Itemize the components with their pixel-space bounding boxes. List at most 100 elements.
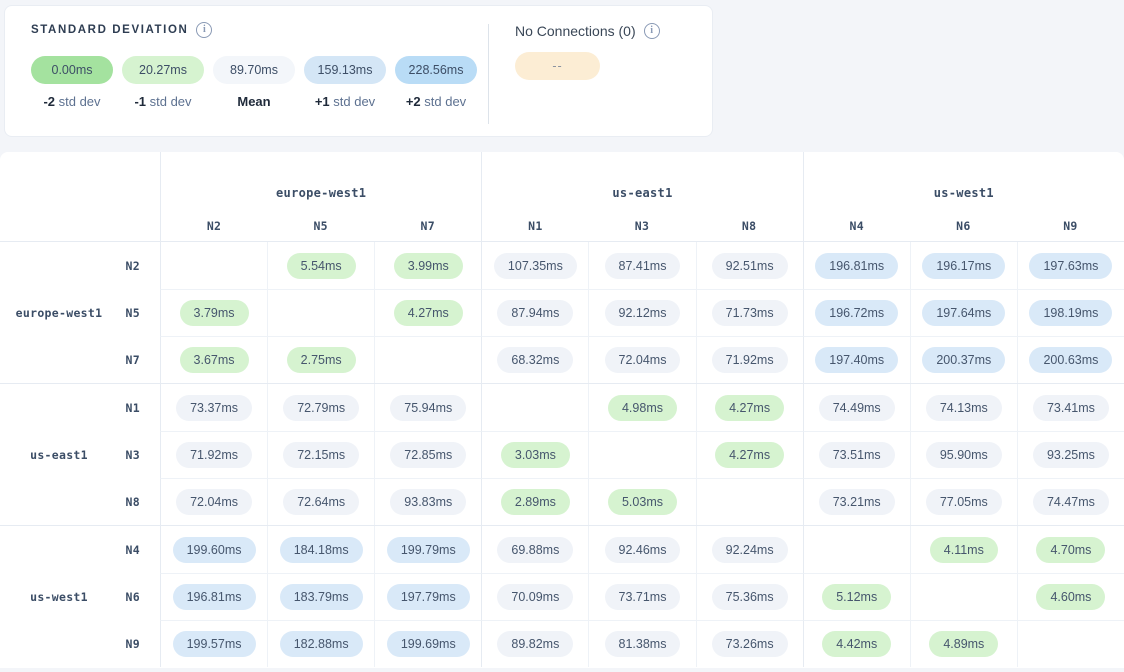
latency-pill[interactable]: 69.88ms (497, 537, 573, 563)
latency-pill[interactable]: 4.89ms (929, 631, 998, 657)
latency-cell-N6-to-col5[interactable]: 73.71ms (588, 573, 695, 620)
latency-cell-N6-to-col3[interactable]: 197.79ms (374, 573, 481, 620)
latency-cell-N3-to-col9[interactable]: 93.25ms (1017, 431, 1124, 478)
latency-cell-N7-to-col2[interactable]: 2.75ms (267, 336, 374, 383)
latency-cell-N5-to-col8[interactable]: 197.64ms (910, 289, 1017, 336)
latency-pill[interactable]: 68.32ms (497, 347, 573, 373)
latency-cell-N9-to-col8[interactable]: 4.89ms (910, 620, 1017, 667)
latency-cell-N1-to-col3[interactable]: 75.94ms (374, 384, 481, 431)
latency-cell-N4-to-col9[interactable]: 4.70ms (1017, 526, 1124, 573)
latency-cell-N7-to-col1[interactable]: 3.67ms (160, 336, 267, 383)
latency-pill[interactable]: 3.79ms (180, 300, 249, 326)
latency-pill[interactable]: 5.12ms (822, 584, 891, 610)
latency-cell-N5-to-col3[interactable]: 4.27ms (374, 289, 481, 336)
latency-pill[interactable]: 71.73ms (712, 300, 788, 326)
latency-cell-N1-to-col1[interactable]: 73.37ms (160, 384, 267, 431)
latency-cell-N7-to-col4[interactable]: 68.32ms (481, 336, 588, 383)
latency-cell-N8-to-col2[interactable]: 72.64ms (267, 478, 374, 525)
latency-pill[interactable]: 73.51ms (819, 442, 895, 468)
latency-pill[interactable]: 5.03ms (608, 489, 677, 515)
latency-pill[interactable]: 73.21ms (819, 489, 895, 515)
latency-cell-N3-to-col7[interactable]: 73.51ms (803, 431, 910, 478)
latency-pill[interactable]: 93.25ms (1033, 442, 1109, 468)
latency-cell-N7-to-col8[interactable]: 200.37ms (910, 336, 1017, 383)
latency-pill[interactable]: 197.64ms (922, 300, 1005, 326)
latency-cell-N3-to-col8[interactable]: 95.90ms (910, 431, 1017, 478)
latency-pill[interactable]: 72.85ms (390, 442, 466, 468)
latency-pill[interactable]: 197.63ms (1029, 253, 1112, 279)
latency-pill[interactable]: 72.79ms (283, 395, 359, 421)
latency-pill[interactable]: 95.90ms (926, 442, 1002, 468)
latency-pill[interactable]: 197.79ms (387, 584, 470, 610)
latency-pill[interactable]: 4.60ms (1036, 584, 1105, 610)
latency-pill[interactable]: 197.40ms (815, 347, 898, 373)
latency-cell-N6-to-col6[interactable]: 75.36ms (696, 573, 803, 620)
latency-cell-N6-to-col4[interactable]: 70.09ms (481, 573, 588, 620)
latency-cell-N2-to-col8[interactable]: 196.17ms (910, 242, 1017, 289)
latency-cell-N1-to-col6[interactable]: 4.27ms (696, 384, 803, 431)
latency-pill[interactable]: 71.92ms (176, 442, 252, 468)
latency-cell-N7-to-col7[interactable]: 197.40ms (803, 336, 910, 383)
latency-pill[interactable]: 196.81ms (173, 584, 256, 610)
latency-pill[interactable]: 73.71ms (605, 584, 681, 610)
latency-cell-N8-to-col4[interactable]: 2.89ms (481, 478, 588, 525)
latency-cell-N9-to-col1[interactable]: 199.57ms (160, 620, 267, 667)
latency-cell-N9-to-col2[interactable]: 182.88ms (267, 620, 374, 667)
latency-cell-N6-to-col7[interactable]: 5.12ms (803, 573, 910, 620)
latency-pill[interactable]: 3.67ms (180, 347, 249, 373)
latency-cell-N4-to-col8[interactable]: 4.11ms (910, 526, 1017, 573)
latency-pill[interactable]: 199.79ms (387, 537, 470, 563)
latency-pill[interactable]: 200.37ms (922, 347, 1005, 373)
latency-pill[interactable]: 93.83ms (390, 489, 466, 515)
latency-pill[interactable]: 73.41ms (1033, 395, 1109, 421)
latency-cell-N7-to-col5[interactable]: 72.04ms (588, 336, 695, 383)
latency-cell-N4-to-col6[interactable]: 92.24ms (696, 526, 803, 573)
latency-pill[interactable]: 5.54ms (287, 253, 356, 279)
latency-cell-N3-to-col4[interactable]: 3.03ms (481, 431, 588, 478)
latency-pill[interactable]: 72.15ms (283, 442, 359, 468)
latency-cell-N9-to-col6[interactable]: 73.26ms (696, 620, 803, 667)
latency-pill[interactable]: 4.11ms (930, 537, 998, 563)
latency-pill[interactable]: 107.35ms (494, 253, 577, 279)
latency-pill[interactable]: 75.36ms (712, 584, 788, 610)
latency-cell-N5-to-col9[interactable]: 198.19ms (1017, 289, 1124, 336)
latency-pill[interactable]: 73.37ms (176, 395, 252, 421)
latency-cell-N5-to-col7[interactable]: 196.72ms (803, 289, 910, 336)
latency-cell-N5-to-col4[interactable]: 87.94ms (481, 289, 588, 336)
latency-cell-N8-to-col8[interactable]: 77.05ms (910, 478, 1017, 525)
latency-cell-N5-to-col6[interactable]: 71.73ms (696, 289, 803, 336)
latency-pill[interactable]: 199.69ms (387, 631, 470, 657)
latency-cell-N1-to-col5[interactable]: 4.98ms (588, 384, 695, 431)
latency-pill[interactable]: 73.26ms (712, 631, 788, 657)
latency-pill[interactable]: 184.18ms (280, 537, 363, 563)
latency-cell-N3-to-col6[interactable]: 4.27ms (696, 431, 803, 478)
latency-pill[interactable]: 72.04ms (605, 347, 681, 373)
latency-pill[interactable]: 4.98ms (608, 395, 677, 421)
latency-cell-N9-to-col3[interactable]: 199.69ms (374, 620, 481, 667)
latency-cell-N4-to-col4[interactable]: 69.88ms (481, 526, 588, 573)
latency-pill[interactable]: 4.27ms (715, 442, 784, 468)
latency-pill[interactable]: 75.94ms (390, 395, 466, 421)
latency-cell-N3-to-col2[interactable]: 72.15ms (267, 431, 374, 478)
latency-pill[interactable]: 196.72ms (815, 300, 898, 326)
latency-pill[interactable]: 70.09ms (497, 584, 573, 610)
latency-cell-N8-to-col9[interactable]: 74.47ms (1017, 478, 1124, 525)
latency-cell-N1-to-col8[interactable]: 74.13ms (910, 384, 1017, 431)
latency-cell-N2-to-col9[interactable]: 197.63ms (1017, 242, 1124, 289)
latency-pill[interactable]: 3.99ms (394, 253, 463, 279)
latency-pill[interactable]: 4.27ms (715, 395, 784, 421)
latency-pill[interactable]: 198.19ms (1029, 300, 1112, 326)
latency-cell-N9-to-col5[interactable]: 81.38ms (588, 620, 695, 667)
latency-cell-N8-to-col3[interactable]: 93.83ms (374, 478, 481, 525)
latency-cell-N1-to-col7[interactable]: 74.49ms (803, 384, 910, 431)
info-icon[interactable]: i (644, 23, 660, 39)
latency-cell-N7-to-col6[interactable]: 71.92ms (696, 336, 803, 383)
latency-cell-N9-to-col7[interactable]: 4.42ms (803, 620, 910, 667)
latency-pill[interactable]: 92.51ms (712, 253, 788, 279)
latency-cell-N5-to-col5[interactable]: 92.12ms (588, 289, 695, 336)
latency-pill[interactable]: 199.57ms (173, 631, 256, 657)
latency-pill[interactable]: 74.13ms (926, 395, 1002, 421)
latency-cell-N6-to-col2[interactable]: 183.79ms (267, 573, 374, 620)
latency-cell-N3-to-col1[interactable]: 71.92ms (160, 431, 267, 478)
latency-cell-N2-to-col7[interactable]: 196.81ms (803, 242, 910, 289)
